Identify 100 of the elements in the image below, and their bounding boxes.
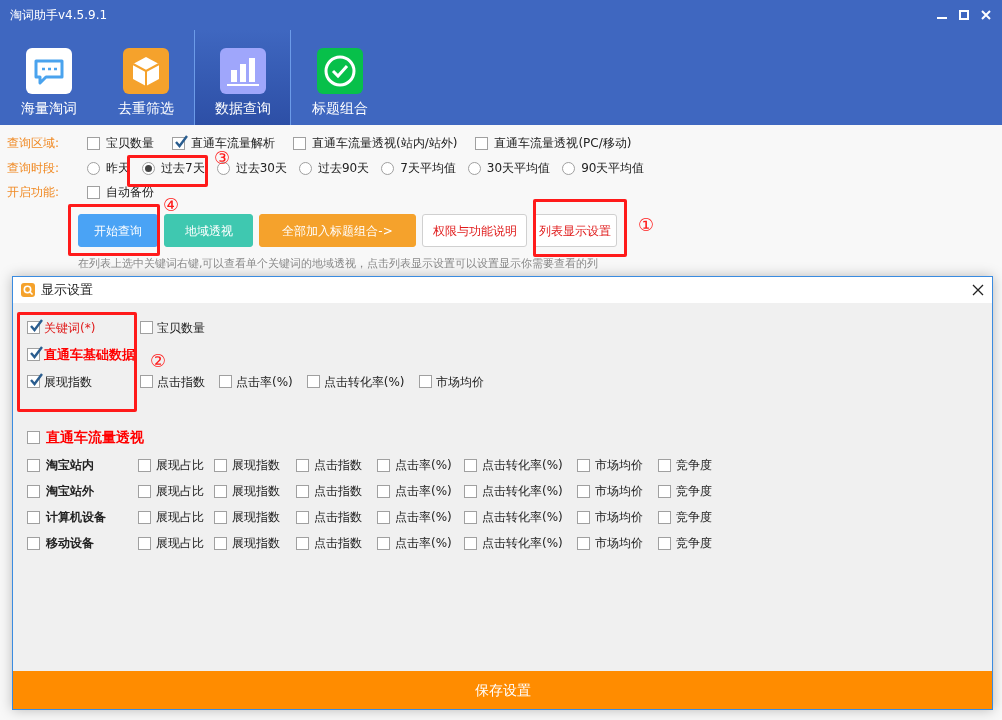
checkbox[interactable]	[27, 458, 40, 472]
checkbox[interactable]	[464, 484, 477, 498]
checkbox[interactable]	[377, 484, 390, 498]
option-label: 点击率(%)	[395, 509, 452, 526]
checkbox[interactable]	[27, 321, 40, 334]
option-label: 直通车基础数据	[44, 345, 135, 364]
checkbox[interactable]	[418, 375, 432, 388]
checkbox[interactable]	[214, 484, 227, 498]
field-label: 开启功能:	[7, 184, 61, 201]
option-label: 市场均价	[595, 457, 643, 474]
option-label: 市场均价	[595, 509, 643, 526]
annotation-number: ③	[214, 149, 231, 167]
option-label: 展现指数	[232, 457, 280, 474]
checkbox[interactable]	[27, 348, 40, 361]
search-icon	[21, 283, 35, 297]
radio-button[interactable]	[381, 161, 395, 175]
section-label: 直通车流量透视	[46, 427, 144, 447]
checkbox[interactable]	[296, 458, 309, 472]
checkbox[interactable]	[87, 185, 100, 199]
option-label: 过去30天	[235, 160, 287, 177]
option-label: 市场均价	[595, 535, 643, 552]
checkbox[interactable]	[293, 136, 306, 150]
option-label: 点击指数	[314, 457, 362, 474]
annotation-number: ②	[150, 352, 167, 370]
option-label: 展现指数	[232, 535, 280, 552]
option-label: 点击转化率(%)	[482, 457, 563, 474]
checkbox[interactable]	[296, 510, 309, 524]
checkbox[interactable]	[306, 375, 320, 388]
checkbox[interactable]	[475, 136, 489, 150]
checkbox[interactable]	[577, 458, 590, 472]
checkbox[interactable]	[658, 458, 671, 472]
checkbox[interactable]	[27, 536, 40, 550]
option-label: 90天平均值	[581, 160, 645, 177]
maximize-icon[interactable]	[958, 9, 970, 21]
checkbox[interactable]	[27, 484, 40, 498]
checkbox[interactable]	[464, 510, 477, 524]
checkbox[interactable]	[214, 510, 227, 524]
annotation-number: ①	[638, 216, 655, 234]
option-label: 点击指数	[314, 535, 362, 552]
checkbox[interactable]	[464, 458, 477, 472]
option-label: 点击率(%)	[236, 373, 293, 391]
option-label: 点击指数	[157, 373, 205, 391]
action-button[interactable]: 权限与功能说明	[422, 214, 527, 247]
radio-button[interactable]	[87, 161, 100, 175]
nav-tab[interactable]: 标题组合	[291, 30, 388, 125]
checkbox[interactable]	[377, 458, 390, 472]
checkmark-icon	[29, 373, 43, 387]
checkbox[interactable]	[377, 536, 390, 550]
checkbox[interactable]	[27, 430, 40, 444]
action-button[interactable]: 列表显示设置	[533, 214, 617, 247]
option-label: 点击转化率(%)	[482, 535, 563, 552]
checkbox[interactable]	[138, 484, 151, 498]
checkbox[interactable]	[464, 536, 477, 550]
checkbox[interactable]	[138, 510, 151, 524]
checkbox[interactable]	[214, 536, 227, 550]
action-button[interactable]: 开始查询	[78, 214, 158, 247]
checkbox[interactable]	[140, 321, 153, 334]
checkbox[interactable]	[577, 536, 590, 550]
checkbox[interactable]	[296, 536, 309, 550]
option-label: 宝贝数量	[106, 135, 154, 152]
option-label: 过去90天	[317, 160, 370, 177]
nav-tab[interactable]: 去重筛选	[97, 30, 194, 125]
checkbox[interactable]	[214, 458, 227, 472]
option-label: 直通车流量透视(站内/站外)	[312, 135, 458, 152]
option-label: 点击指数	[314, 483, 362, 500]
checkbox[interactable]	[658, 510, 671, 524]
checkbox[interactable]	[577, 484, 590, 498]
radio-button[interactable]	[467, 161, 481, 175]
close-icon[interactable]	[972, 284, 984, 296]
field-label: 查询时段:	[7, 160, 61, 177]
cube-icon	[122, 48, 169, 94]
checkbox[interactable]	[377, 510, 390, 524]
checkbox[interactable]	[27, 510, 40, 524]
checkbox[interactable]	[219, 375, 232, 388]
option-label: 竞争度	[676, 483, 712, 500]
option-label: 市场均价	[435, 373, 484, 391]
radio-button[interactable]	[298, 161, 312, 175]
option-label: 点击率(%)	[395, 457, 452, 474]
checkmark-icon	[29, 346, 43, 360]
dialog-title: 显示设置	[41, 281, 93, 300]
checkbox[interactable]	[658, 536, 671, 550]
bar-chart-icon	[219, 48, 266, 94]
checkbox[interactable]	[27, 375, 40, 388]
checkbox[interactable]	[296, 484, 309, 498]
radio-button[interactable]	[142, 161, 155, 175]
hint-text: 在列表上选中关键词右键,可以查看单个关键词的地域透视，点击列表显示设置可以设置显示你需要查看的列	[78, 256, 600, 272]
option-label: 30天平均值	[486, 160, 551, 177]
option-label: 点击指数	[314, 509, 362, 526]
radio-button[interactable]	[562, 161, 576, 175]
option-label: 点击转化率(%)	[482, 509, 563, 526]
checkbox[interactable]	[140, 375, 153, 388]
checkbox[interactable]	[138, 458, 151, 472]
nav-tab[interactable]: 海量淘词	[0, 30, 97, 125]
checkbox[interactable]	[172, 136, 185, 150]
checkbox[interactable]	[577, 510, 590, 524]
checkbox[interactable]	[138, 536, 151, 550]
row-label: 淘宝站外	[46, 483, 94, 500]
nav-tab[interactable]: 数据查询	[194, 30, 291, 125]
checkbox[interactable]	[87, 136, 100, 150]
checkbox[interactable]	[658, 484, 671, 498]
